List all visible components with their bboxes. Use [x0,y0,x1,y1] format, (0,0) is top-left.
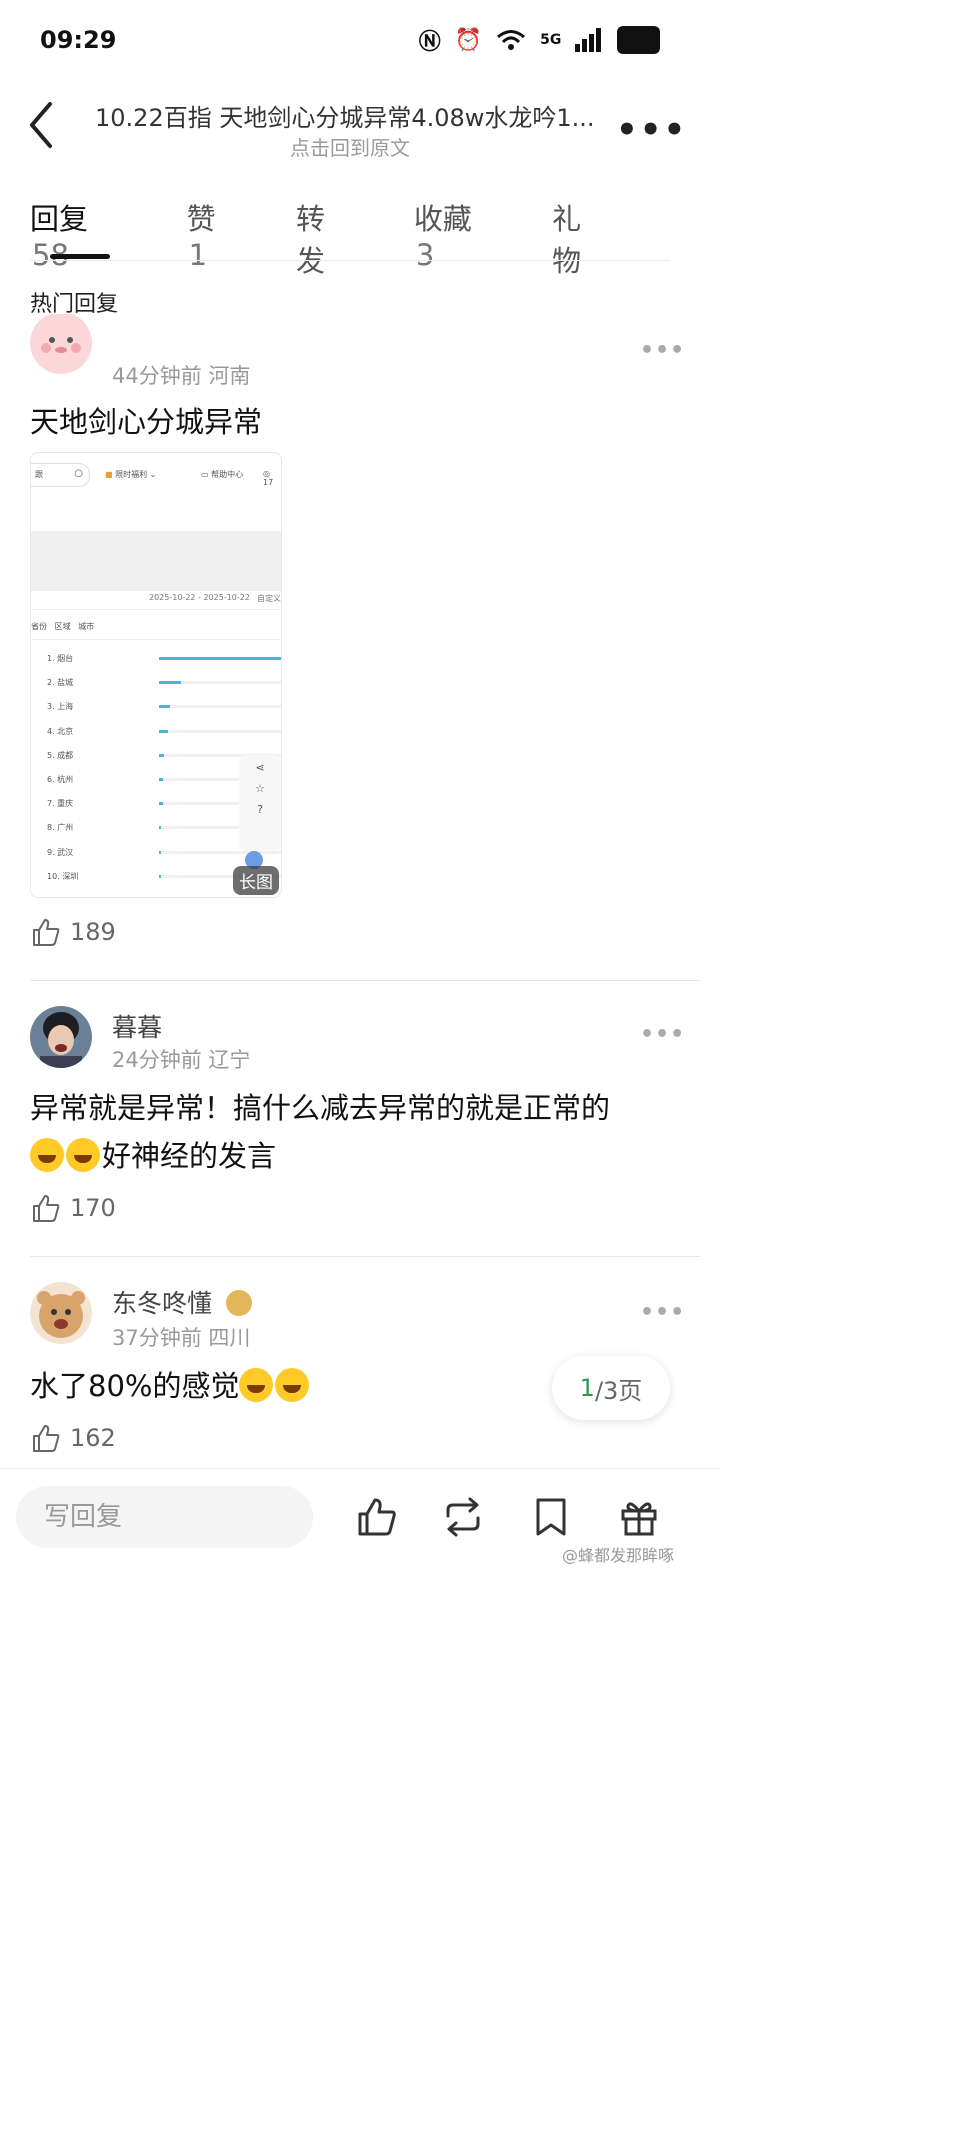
battery-indicator: 72 [617,26,660,54]
image-bar [159,753,164,757]
like-button[interactable]: 162 [30,1422,116,1454]
like-icon[interactable] [354,1494,400,1540]
like-count: 170 [70,1194,116,1222]
image-banner [31,531,281,591]
comment-text: 水了80%的感觉 [30,1362,311,1410]
comment-more-icon[interactable]: ••• [640,338,685,363]
thumbs-up-icon [33,919,60,946]
thumbs-up-icon [33,1195,60,1222]
watermark: @蜂都发那眸啄 [562,1546,675,1565]
like-button[interactable]: 189 [30,916,116,948]
image-search-box: 跟 ○ [31,463,90,487]
comment-text: 天地剑心分城异常 [30,405,263,439]
like-count: 189 [70,918,116,946]
image-city-row: 3. 上海 [47,702,74,712]
post-title[interactable]: 10.22百指 天地剑心分城异常4.08w水龙吟1... [95,98,605,133]
image-city-row: 1. 烟台 [47,654,74,663]
image-bar [159,802,163,806]
status-time: 09:29 [40,26,117,54]
tab-bar: 回复58 赞1 转发 收藏3 礼物 [30,196,670,280]
username[interactable]: 东冬咚懂 [112,1284,252,1320]
alarm-icon: ⏰ [454,27,483,53]
comment-image-long[interactable]: 跟 ○ ■ 限时福利 ⌄ ▭ 帮助中心 ◎ 17 2025-10-22 - 20… [30,452,282,898]
comment-meta: 37分钟前 四川 [112,1326,251,1350]
nfc-icon: Ⓝ [418,30,441,55]
avatar[interactable] [30,1282,92,1344]
wifi-icon [497,30,526,50]
image-city-row: 10. 深圳 [47,871,79,881]
image-bar [159,729,168,733]
image-bar-track [159,850,281,854]
tab-active-indicator [50,254,110,259]
reply-input[interactable]: 写回复 [16,1486,313,1548]
image-menu-help: ▭ 帮助中心 [201,470,244,479]
gift-icon[interactable] [616,1494,662,1540]
image-bar [159,681,181,685]
comment-meta: 44分钟前 河南 [112,364,251,388]
image-city-row: 6. 杭州 [47,775,74,784]
image-city-row: 9. 武汉 [47,847,74,857]
image-city-row: 8. 广州 [47,823,74,833]
image-bar [159,874,162,878]
laughing-tears-emoji [30,1138,64,1172]
thumbs-up-icon [33,1425,60,1452]
like-button[interactable]: 170 [30,1192,116,1224]
tab-likes[interactable]: 赞1 [187,196,236,280]
tab-reposts[interactable]: 转发 [296,196,354,280]
sweat-smile-emoji [239,1368,274,1402]
image-side-tools: ⋖ ☆ ? [239,755,281,851]
image-bar-track [159,729,281,733]
long-image-badge: 长图 [233,866,279,895]
divider [30,260,670,261]
more-options-icon[interactable]: ••• [616,110,687,150]
image-menu-welfare: ■ 限时福利 ⌄ [105,470,157,479]
tab-gifts[interactable]: 礼物 [552,196,610,280]
like-count: 162 [70,1424,116,1452]
tab-favorites[interactable]: 收藏3 [414,196,492,280]
image-bar [159,705,170,709]
image-bar [159,778,163,781]
image-city-row: 7. 重庆 [47,799,74,809]
image-bar-track [159,705,281,709]
network-type: 5G [540,32,562,48]
image-bar [159,850,162,854]
bookmark-icon[interactable] [528,1494,574,1540]
tab-replies[interactable]: 回复58 [30,196,127,280]
comment-more-icon[interactable]: ••• [640,1022,685,1047]
medal-badge-icon [225,1290,252,1316]
image-date-range: 2025-10-22 - 2025-10-22 [149,593,250,602]
image-filter-tabs: 省份 区域 城市 [31,622,95,631]
divider [30,1256,700,1257]
page-indicator[interactable]: 1/3页 [552,1356,670,1420]
username[interactable]: 暮暮 [112,1008,162,1044]
image-bar [159,826,162,830]
laughing-tears-emoji [66,1138,100,1172]
signal-icon [575,28,602,52]
image-city-row: 4. 北京 [47,726,74,736]
image-city-row: 5. 成都 [47,750,74,760]
divider [0,1468,720,1469]
back-to-original-link[interactable]: 点击回到原文 [0,132,700,161]
comment-more-icon[interactable]: ••• [640,1300,685,1325]
status-icons: Ⓝ ⏰ 5G 72 [419,24,660,56]
divider [30,980,700,981]
avatar[interactable] [30,1006,92,1068]
image-city-row: 2. 盐城 [47,678,74,688]
comment-text: 异常就是异常！搞什么减去异常的就是正常的 好神经的发言 [30,1091,611,1173]
image-bar [159,657,281,660]
avatar[interactable] [30,314,92,374]
sweat-smile-emoji [275,1368,310,1402]
comment-meta: 24分钟前 辽宁 [112,1048,251,1072]
repost-icon[interactable] [440,1494,486,1540]
